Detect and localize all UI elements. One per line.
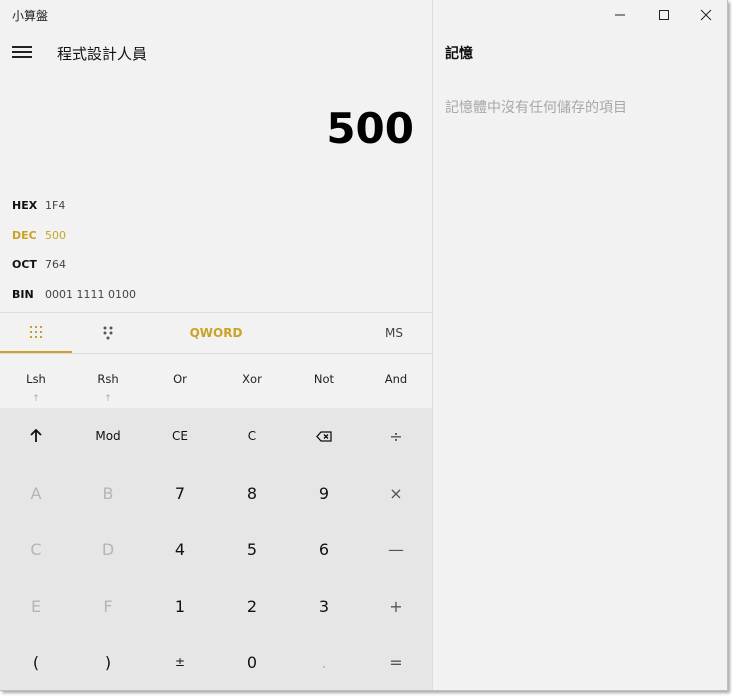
digit-7-button[interactable]: 7 xyxy=(144,465,216,521)
keypad: Mod CE C ÷ A B 7 8 9 × C D 4 5 6 — E F 1… xyxy=(0,408,432,690)
digit-4-button[interactable]: 4 xyxy=(144,521,216,577)
maximize-icon xyxy=(659,10,669,20)
digit-3-button[interactable]: 3 xyxy=(288,578,360,634)
radix-value: 764 xyxy=(45,257,66,271)
bitop-label: Not xyxy=(313,372,335,386)
decimal-button[interactable]: . xyxy=(288,634,360,690)
result-display: 500 xyxy=(326,104,414,153)
backspace-icon xyxy=(316,430,332,442)
digit-8-button[interactable]: 8 xyxy=(216,465,288,521)
bitwise-ops-row: Lsh ↑ Rsh ↑ Or Xor Not And xyxy=(0,352,432,408)
divide-button[interactable]: ÷ xyxy=(360,408,432,464)
close-button[interactable] xyxy=(684,0,728,30)
minimize-button[interactable] xyxy=(598,0,642,30)
memory-store-button[interactable]: MS xyxy=(356,313,432,353)
memory-panel-title: 記憶 xyxy=(445,46,473,62)
radix-label: BIN xyxy=(12,287,34,301)
or-button[interactable]: Or xyxy=(144,352,216,408)
radix-value: 500 xyxy=(45,228,66,242)
radix-label: OCT xyxy=(12,257,37,271)
digit-9-button[interactable]: 9 xyxy=(288,465,360,521)
radix-row-bin[interactable]: BIN 0001 1111 0100 xyxy=(12,284,136,304)
digit-0-button[interactable]: 0 xyxy=(216,634,288,690)
hamburger-icon-line xyxy=(12,56,32,58)
hex-d-button[interactable]: D xyxy=(72,521,144,577)
mod-button[interactable]: Mod xyxy=(72,408,144,464)
up-arrow-icon xyxy=(30,429,42,442)
close-paren-button[interactable]: ) xyxy=(72,634,144,690)
radix-label: HEX xyxy=(12,198,38,212)
title-bar: 小算盤 xyxy=(0,0,727,30)
radix-row-oct[interactable]: OCT 764 xyxy=(12,254,66,274)
memory-empty-message: 記憶體中沒有任何儲存的項目 xyxy=(445,100,627,116)
negate-button[interactable]: ± xyxy=(144,634,216,690)
radix-row-dec[interactable]: DEC 500 xyxy=(12,225,66,245)
multiply-button[interactable]: × xyxy=(360,465,432,521)
hex-c-button[interactable]: C xyxy=(0,521,72,577)
word-size-button[interactable]: QWORD xyxy=(144,313,288,353)
minimize-icon xyxy=(615,14,625,16)
keypad-grid-icon xyxy=(30,326,42,338)
bitop-label: Or xyxy=(173,372,187,386)
bitop-label: Lsh xyxy=(26,372,46,386)
xor-button[interactable]: Xor xyxy=(216,352,288,408)
tab-full-keypad[interactable] xyxy=(0,313,72,353)
hamburger-icon-line xyxy=(12,51,32,53)
up-arrow-icon: ↑ xyxy=(32,394,40,404)
backspace-button[interactable] xyxy=(288,408,360,464)
digit-5-button[interactable]: 5 xyxy=(216,521,288,577)
rsh-button[interactable]: Rsh ↑ xyxy=(72,352,144,408)
menu-button[interactable] xyxy=(12,44,34,60)
hex-a-button[interactable]: A xyxy=(0,465,72,521)
bit-toggle-icon xyxy=(103,326,113,340)
digit-2-button[interactable]: 2 xyxy=(216,578,288,634)
close-icon xyxy=(700,9,712,21)
radix-label: DEC xyxy=(12,228,37,242)
maximize-button[interactable] xyxy=(642,0,686,30)
digit-1-button[interactable]: 1 xyxy=(144,578,216,634)
equals-button[interactable]: = xyxy=(360,634,432,690)
lsh-button[interactable]: Lsh ↑ xyxy=(0,352,72,408)
clear-entry-button[interactable]: CE xyxy=(144,408,216,464)
calculator-window: 小算盤 程式設計人員 500 HEX 1F4 DEC 500 OCT 764 B… xyxy=(0,0,728,691)
subtract-button[interactable]: — xyxy=(360,521,432,577)
shift-button[interactable] xyxy=(0,408,72,464)
radix-value: 0001 1111 0100 xyxy=(45,287,136,301)
digit-6-button[interactable]: 6 xyxy=(288,521,360,577)
bitop-label: And xyxy=(384,372,408,386)
tab-bit-toggling[interactable] xyxy=(72,313,144,353)
clear-button[interactable]: C xyxy=(216,408,288,464)
mode-title: 程式設計人員 xyxy=(57,45,148,63)
and-button[interactable]: And xyxy=(360,352,432,408)
hex-f-button[interactable]: F xyxy=(72,578,144,634)
radix-row-hex[interactable]: HEX 1F4 xyxy=(12,195,65,215)
up-arrow-icon: ↑ xyxy=(104,394,112,404)
radix-value: 1F4 xyxy=(45,198,66,212)
app-title: 小算盤 xyxy=(12,9,49,23)
open-paren-button[interactable]: ( xyxy=(0,634,72,690)
not-button[interactable]: Not xyxy=(288,352,360,408)
keypad-tab-bar: QWORD MS xyxy=(0,312,432,354)
add-button[interactable]: + xyxy=(360,578,432,634)
panel-divider xyxy=(432,0,433,690)
bitop-label: Xor xyxy=(242,372,262,386)
bitop-label: Rsh xyxy=(97,372,119,386)
hex-b-button[interactable]: B xyxy=(72,465,144,521)
hamburger-icon-line xyxy=(12,46,32,48)
hex-e-button[interactable]: E xyxy=(0,578,72,634)
